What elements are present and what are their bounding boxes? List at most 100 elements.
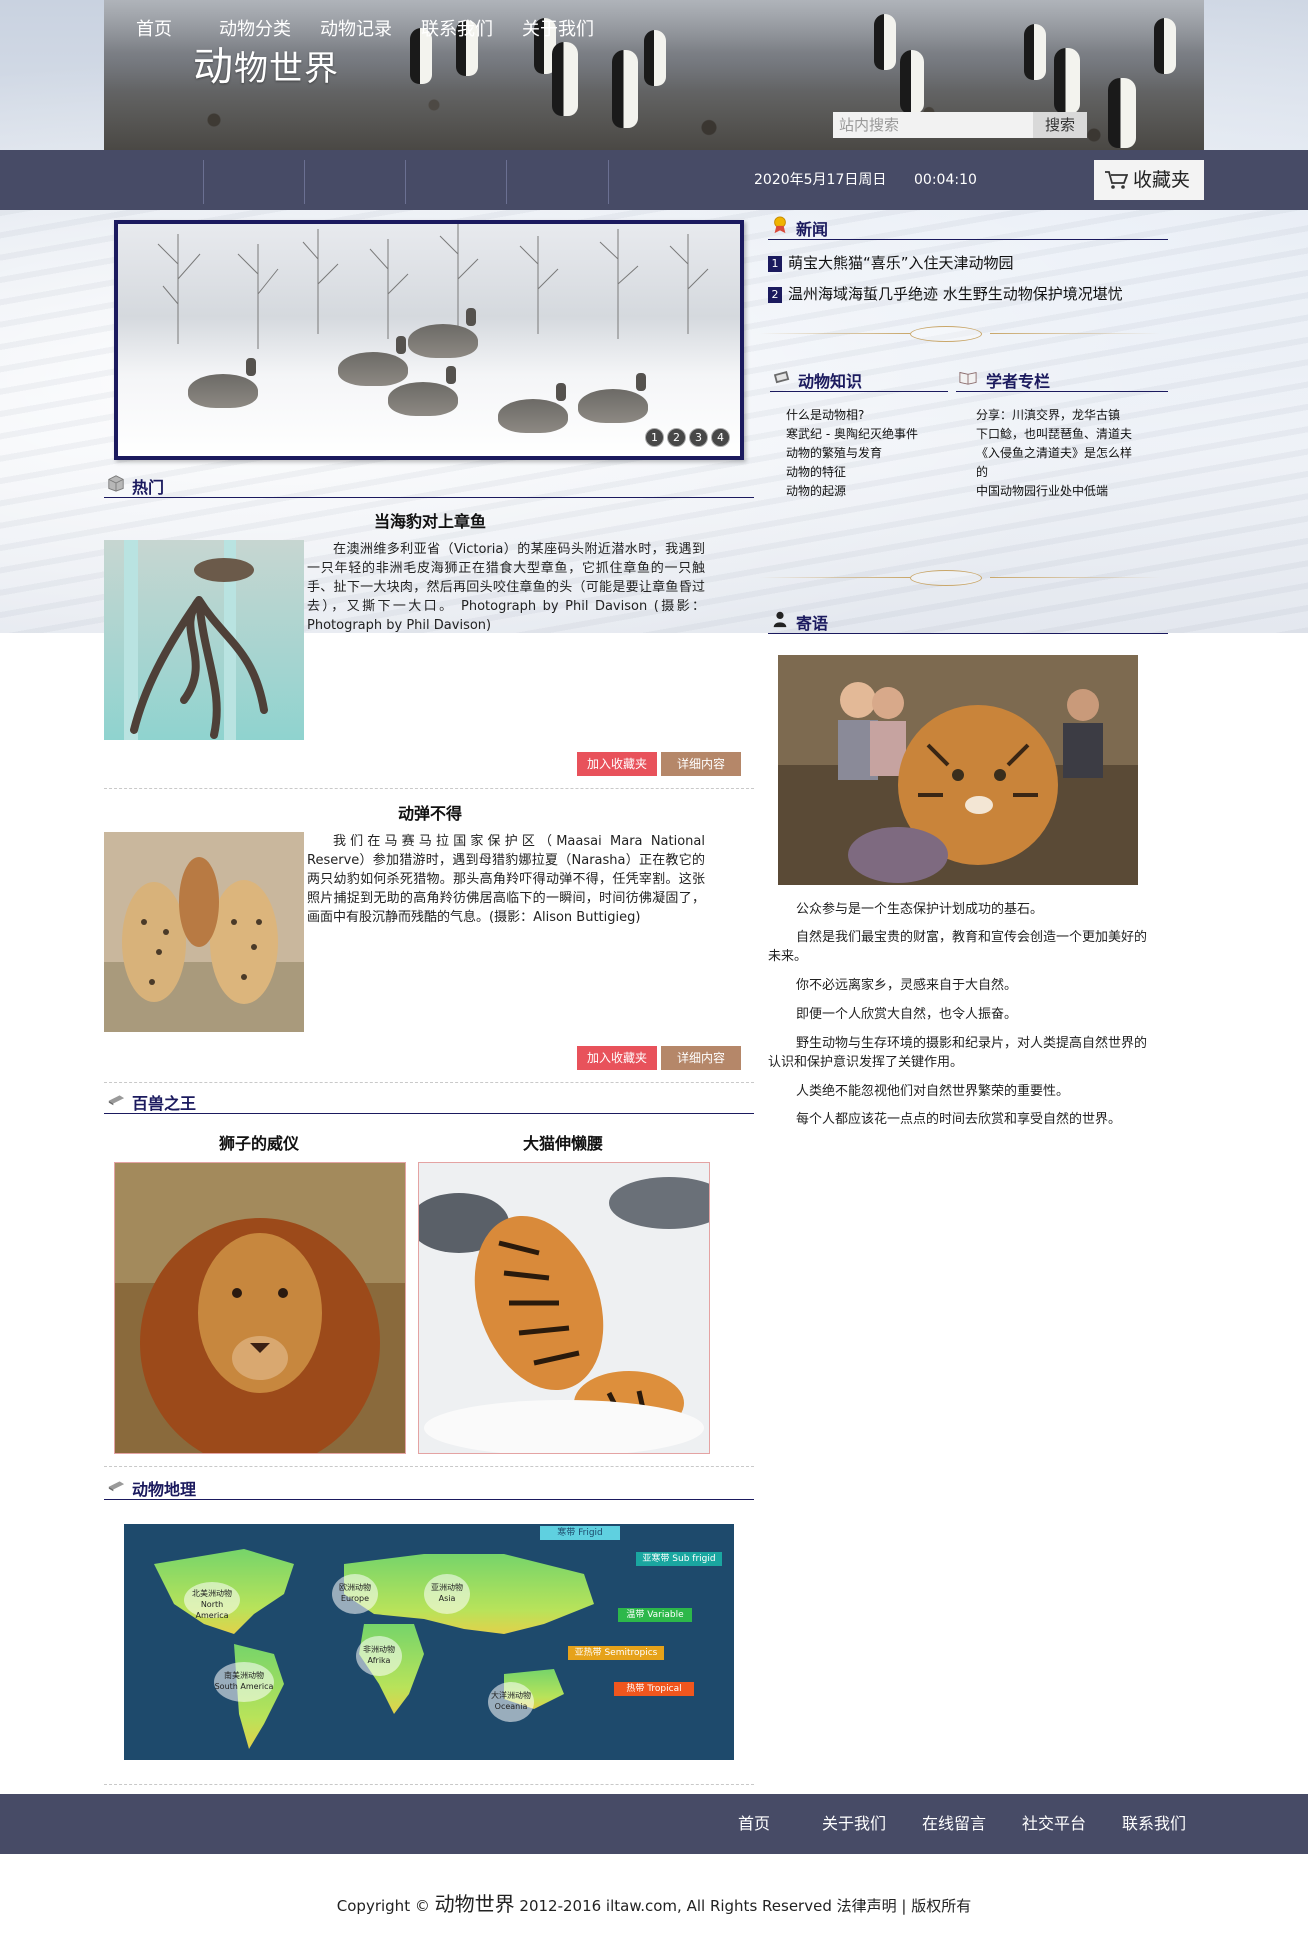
- region-marker[interactable]: 南美洲动物 South America: [214, 1662, 274, 1702]
- news-section-header: 新闻: [768, 214, 1168, 240]
- knowledge-list: 什么是动物相? 寒武纪 - 奥陶纪灭绝事件 动物的繁殖与发育 动物的特征 动物的…: [786, 406, 946, 501]
- knowledge-link[interactable]: 什么是动物相?: [786, 406, 946, 425]
- dashed-divider: [104, 788, 754, 789]
- climate-zone-label: 热带 Tropical: [614, 1682, 694, 1696]
- message-paragraph: 自然是我们最宝贵的财富，教育和宣传会创造一个更加美好的未来。: [768, 930, 1148, 964]
- kings-section-header: 百兽之王: [104, 1088, 754, 1114]
- book-stack-icon: [108, 1095, 125, 1106]
- geography-section-header: 动物地理: [104, 1474, 754, 1500]
- region-marker[interactable]: 非洲动物 Afrika: [356, 1636, 402, 1676]
- region-marker[interactable]: 亚洲动物 Asia: [424, 1574, 470, 1614]
- nav-item-categories[interactable]: 动物分类: [210, 0, 300, 60]
- view-details-button[interactable]: 详细内容: [661, 1046, 741, 1070]
- favorites-button[interactable]: 收藏夹: [1094, 160, 1204, 200]
- award-ribbon-icon: [774, 216, 786, 234]
- lion-caption[interactable]: 狮子的威仪: [114, 1130, 404, 1154]
- open-book-icon: [959, 371, 977, 385]
- nav-divider: [304, 160, 305, 204]
- news-title: 新闻: [796, 220, 829, 239]
- footer-link-social[interactable]: 社交平台: [1022, 1794, 1086, 1854]
- message-paragraph: 即便一个人欣赏大自然，也令人振奋。: [796, 1007, 1018, 1022]
- image-slideshow[interactable]: [114, 220, 744, 460]
- slide-dot-4[interactable]: 4: [711, 428, 730, 447]
- region-name-en: North America: [195, 1600, 229, 1620]
- geography-title: 动物地理: [132, 1480, 197, 1499]
- news-item[interactable]: 1 萌宝大熊猫“喜乐”入住天津动物园: [768, 252, 1014, 273]
- world-map[interactable]: 寒带 Frigid 亚寒带 Sub frigid 温带 Variable 亚热带…: [124, 1524, 734, 1760]
- region-name: 亚洲动物: [431, 1583, 463, 1592]
- footer-link-contact[interactable]: 联系我们: [1122, 1794, 1186, 1854]
- kings-title: 百兽之王: [132, 1094, 197, 1113]
- knowledge-link[interactable]: 寒武纪 - 奥陶纪灭绝事件: [786, 425, 946, 444]
- scholar-column-list: 分享：川滇交界，龙华古镇 下口鲶，也叫琵琶鱼、清道夫 《入侵鱼之清道夫》是怎么样…: [976, 406, 1136, 501]
- news-item-number: 1: [768, 255, 782, 272]
- dashed-divider: [104, 1466, 754, 1467]
- hot-title: 热门: [132, 478, 165, 497]
- region-name: 大洋洲动物: [491, 1691, 531, 1700]
- article-title[interactable]: 动弹不得: [300, 800, 560, 824]
- column-link[interactable]: 《入侵鱼之清道夫》是怎么样的: [976, 444, 1136, 482]
- region-marker[interactable]: 大洋洲动物 Oceania: [488, 1682, 534, 1722]
- dashed-divider: [104, 1082, 754, 1083]
- tiger-caption[interactable]: 大猫伸懒腰: [418, 1130, 708, 1154]
- tiger-image[interactable]: [418, 1162, 710, 1454]
- knowledge-link[interactable]: 动物的繁殖与发育: [786, 444, 946, 463]
- message-title: 寄语: [796, 614, 829, 633]
- cheetah-gazelle-image: [104, 832, 304, 1032]
- news-item-text: 萌宝大熊猫“喜乐”入住天津动物园: [788, 254, 1014, 272]
- climate-zone-label: 亚寒带 Sub frigid: [636, 1552, 722, 1566]
- region-name-en: Europe: [340, 1594, 370, 1603]
- region-name: 南美洲动物: [224, 1671, 264, 1680]
- slide-dot-1[interactable]: 1: [645, 428, 664, 447]
- nav-item-contact[interactable]: 联系我们: [411, 0, 503, 60]
- region-name: 欧洲动物: [339, 1583, 371, 1592]
- copyright-suffix: 2012-2016 iltaw.com, All Rights Reserved…: [519, 1897, 972, 1915]
- slide-dot-2[interactable]: 2: [667, 428, 686, 447]
- ornament-divider: [760, 570, 1170, 586]
- footer-link-message[interactable]: 在线留言: [922, 1794, 986, 1854]
- news-item[interactable]: 2 温州海域海蜇几乎绝迹 水生野生动物保护境况堪忧: [768, 283, 1148, 304]
- column-link[interactable]: 分享：川滇交界，龙华古镇: [976, 406, 1136, 425]
- slide-dot-3[interactable]: 3: [689, 428, 708, 447]
- view-details-button[interactable]: 详细内容: [661, 752, 741, 776]
- knowledge-section-header: 动物知识: [770, 366, 950, 392]
- article-title[interactable]: 当海豹对上章鱼: [300, 508, 560, 532]
- scholar-column-header: 学者专栏: [956, 366, 1168, 392]
- copyright-brand: 动物世界: [434, 1892, 515, 1916]
- dashed-divider: [104, 1784, 754, 1785]
- region-marker[interactable]: 欧洲动物 Europe: [332, 1574, 378, 1614]
- search-button[interactable]: 搜索: [1033, 112, 1087, 138]
- nav-item-about[interactable]: 关于我们: [512, 0, 604, 60]
- footer-link-home[interactable]: 首页: [738, 1794, 770, 1854]
- region-name-en: Asia: [438, 1594, 456, 1603]
- lion-image[interactable]: [114, 1162, 406, 1454]
- copyright: Copyright © 动物世界 2012-2016 iltaw.com, Al…: [0, 1888, 1308, 1917]
- region-marker[interactable]: 北美洲动物 North America: [184, 1582, 240, 1620]
- message-paragraph: 每个人都应该花一点点的时间去欣赏和享受自然的世界。: [796, 1112, 1122, 1127]
- knowledge-link[interactable]: 动物的特征: [786, 463, 946, 482]
- footer-link-about[interactable]: 关于我们: [822, 1794, 886, 1854]
- news-item-text: 温州海域海蜇几乎绝迹 水生野生动物保护境况堪忧: [788, 285, 1123, 303]
- reindeer-slide-image: [118, 224, 740, 456]
- nav-item-home[interactable]: 首页: [126, 0, 182, 60]
- person-icon: [773, 611, 787, 628]
- copyright-prefix: Copyright ©: [336, 1897, 430, 1915]
- search-input[interactable]: 站内搜索: [833, 112, 1033, 138]
- news-item-number: 2: [768, 286, 782, 303]
- column-link[interactable]: 中国动物园行业处中低端: [976, 482, 1136, 501]
- column-link[interactable]: 下口鲶，也叫琵琶鱼、清道夫: [976, 425, 1136, 444]
- seal-octopus-image: [104, 540, 304, 740]
- nav-divider: [506, 160, 507, 204]
- message-section-header: 寄语: [768, 608, 1168, 634]
- favorites-label: 收藏夹: [1132, 169, 1190, 191]
- add-to-favorites-button[interactable]: 加入收藏夹: [577, 752, 657, 776]
- add-to-favorites-button[interactable]: 加入收藏夹: [577, 1046, 657, 1070]
- hot-section-header: 热门: [104, 472, 754, 498]
- region-name: 非洲动物: [363, 1645, 395, 1654]
- book-stack-icon: [108, 1481, 125, 1492]
- message-paragraph: 公众参与是一个生态保护计划成功的基石。: [796, 902, 1044, 917]
- knowledge-link[interactable]: 动物的起源: [786, 482, 946, 501]
- nav-item-records[interactable]: 动物记录: [310, 0, 402, 60]
- region-name-en: Afrika: [367, 1656, 391, 1665]
- footer-bar: [0, 1794, 1308, 1854]
